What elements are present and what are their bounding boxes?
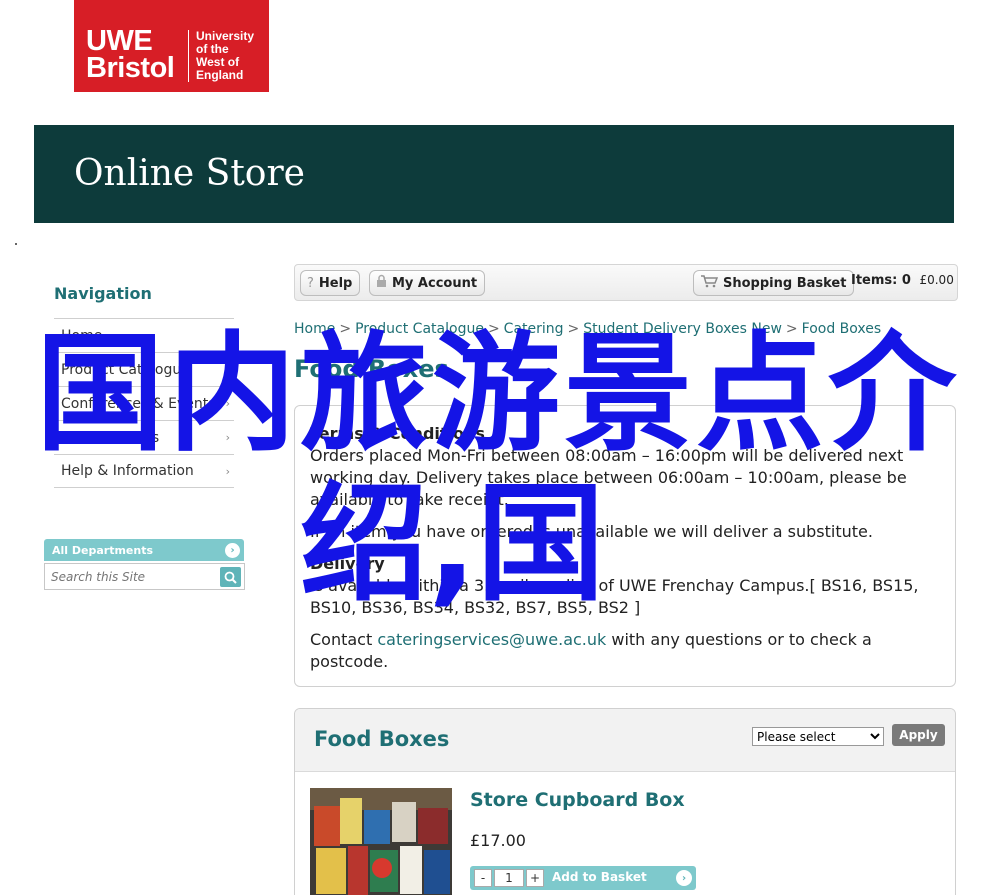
arrow-right-icon: › (225, 542, 240, 558)
help-button[interactable]: ? Help (300, 270, 361, 296)
sidebar-item-help-information[interactable]: Help & Information › (54, 454, 234, 488)
my-account-label: My Account (392, 275, 478, 291)
logo-name: UWE Bristol (86, 25, 175, 84)
search-icon (224, 571, 237, 584)
store-banner: Online Store (34, 125, 954, 223)
all-departments-label: All Departments (52, 543, 154, 557)
logo-uni-line4: England (196, 68, 244, 82)
items-total: £0.00 (919, 273, 954, 287)
contact-text: Contact cateringservices@uwe.ac.uk with … (310, 629, 940, 673)
stray-dot (15, 243, 17, 245)
chevron-right-icon: › (225, 363, 230, 376)
store-toolbar: ? Help My Account Shopping Basket Items:… (294, 264, 958, 301)
breadcrumb-home[interactable]: Home (294, 321, 335, 337)
logo-university: University of the West of England (196, 30, 254, 82)
uwe-logo[interactable]: UWE Bristol University of the West of En… (74, 0, 269, 92)
items-label: Items: (851, 273, 898, 288)
contact-prefix: Contact (310, 630, 378, 649)
panel-title: Food Boxes (314, 727, 450, 751)
breadcrumb: Home > Product Catalogue > Catering > Student … (294, 321, 881, 337)
terms-box: Terms & Conditions Orders placed Mon-Fri… (294, 405, 956, 687)
sidebar-item-short-courses[interactable]: Short Courses › (54, 420, 234, 454)
chevron-right-icon: › (225, 397, 230, 410)
apply-button[interactable]: Apply (892, 724, 945, 746)
breadcrumb-food-boxes[interactable]: Food Boxes (802, 321, 882, 337)
terms-orders-text: Orders placed Mon-Fri between 08:00am – … (310, 446, 907, 509)
sort-select[interactable]: Please select (752, 727, 884, 746)
sidebar-item-label: Help & Information (61, 463, 194, 479)
shopping-basket-label: Shopping Basket (723, 275, 847, 291)
items-count: 0 (901, 273, 911, 288)
site-search (44, 563, 245, 590)
breadcrumb-separator: > (567, 321, 580, 337)
breadcrumb-student-delivery-boxes[interactable]: Student Delivery Boxes New (583, 321, 782, 337)
logo-divider (188, 30, 189, 82)
chevron-right-icon: › (225, 464, 230, 478)
add-to-basket-button[interactable]: Add to Basket (552, 870, 647, 884)
store-title: Online Store (74, 153, 305, 194)
sidebar-item-conferences-events[interactable]: Conferences & Events › (54, 386, 234, 420)
product-name[interactable]: Store Cupboard Box (470, 789, 685, 811)
product-thumbnail[interactable] (310, 788, 452, 895)
breadcrumb-separator: > (487, 321, 500, 337)
sidebar-item-home[interactable]: Home (54, 318, 234, 352)
add-to-basket-bar: - 1 + Add to Basket › (470, 866, 696, 890)
logo-name-line1: UWE (86, 25, 153, 57)
shopping-basket-button[interactable]: Shopping Basket (693, 270, 855, 296)
quantity-decrease-button[interactable]: - (474, 869, 492, 887)
food-boxes-panel: Food Boxes Please select Apply Store Cup… (294, 708, 956, 895)
delivery-heading: Delivery (310, 554, 385, 573)
my-account-button[interactable]: My Account (369, 270, 486, 296)
page-title: Food Boxes (294, 355, 449, 383)
delivery-text: Is available within a 3.5 mile radius of… (310, 576, 919, 617)
sidebar-item-label: Conferences & Events (61, 395, 216, 412)
breadcrumb-separator: > (785, 321, 798, 337)
sidebar-item-label: Home (61, 327, 103, 344)
breadcrumb-product-catalogue[interactable]: Product Catalogue (355, 321, 484, 337)
contact-email-link[interactable]: cateringservices@uwe.ac.uk (377, 630, 606, 649)
basket-summary: Items: 0 £0.00 (851, 273, 954, 288)
panel-header: Food Boxes Please select Apply (295, 709, 955, 772)
chevron-right-icon: › (225, 431, 230, 444)
sidebar-item-product-catalogue[interactable]: Product Catalogue › (54, 352, 234, 386)
product-price: £17.00 (470, 831, 526, 850)
shopping-cart-icon (700, 274, 719, 292)
search-input[interactable] (51, 568, 216, 586)
arrow-right-icon: › (676, 870, 692, 886)
breadcrumb-catering[interactable]: Catering (504, 321, 564, 337)
product-image (310, 788, 452, 895)
help-label: Help (318, 275, 353, 291)
sidebar-item-label: Short Courses (61, 429, 160, 446)
quantity-field[interactable]: 1 (494, 869, 524, 887)
terms-heading: Terms & Conditions (310, 424, 485, 443)
sidebar-nav: Home Product Catalogue › Conferences & E… (54, 318, 234, 488)
all-departments-dropdown[interactable]: All Departments › (44, 539, 244, 561)
search-button[interactable] (220, 567, 241, 587)
navigation-heading: Navigation (54, 284, 152, 303)
quantity-increase-button[interactable]: + (526, 869, 544, 887)
sidebar-item-label: Product Catalogue (61, 361, 190, 378)
breadcrumb-separator: > (339, 321, 352, 337)
question-icon: ? (307, 275, 314, 291)
logo-name-line2: Bristol (86, 52, 175, 84)
terms-substitute-text: If an item you have ordered is unavailab… (310, 522, 873, 541)
lock-icon (376, 274, 387, 292)
